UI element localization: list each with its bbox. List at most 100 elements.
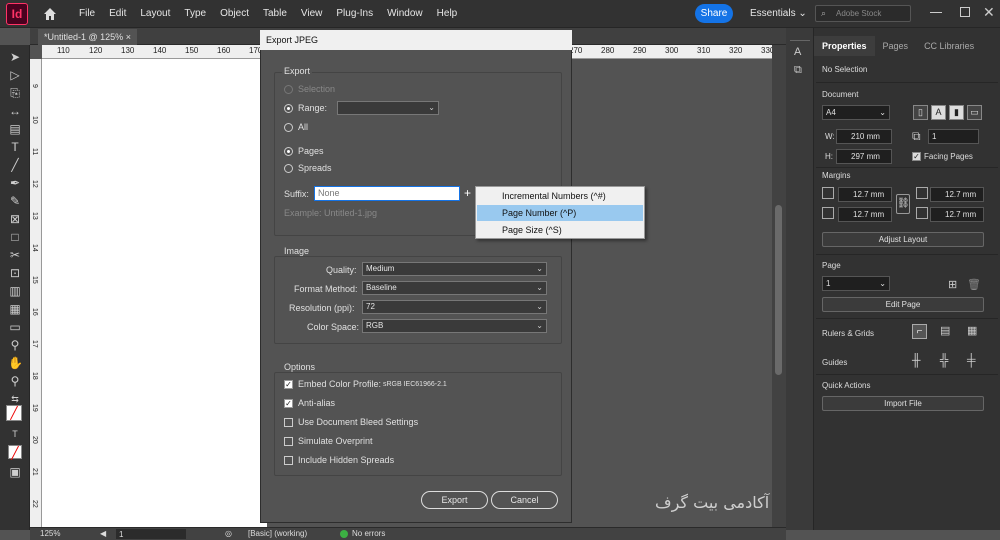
horizontal-binding-icon[interactable]: ▭ — [967, 105, 982, 120]
spreads-radio[interactable] — [284, 164, 293, 173]
prev-page-icon[interactable]: ◀ — [100, 529, 106, 538]
share-button[interactable]: Share — [695, 4, 733, 23]
margin-bottom-field[interactable]: 12.7 mm — [838, 207, 892, 222]
smart-guides-icon[interactable]: ╪ — [967, 353, 976, 367]
menu-item-incremental-numbers[interactable]: Incremental Numbers (^#) — [477, 188, 643, 204]
menu-view[interactable]: View — [294, 0, 330, 28]
hand-tool-icon[interactable]: ✋ — [8, 356, 23, 370]
format-method-select[interactable]: Baseline ⌄ — [362, 281, 547, 295]
edit-page-button[interactable]: Edit Page — [822, 297, 984, 312]
menu-layout[interactable]: Layout — [133, 0, 177, 28]
link-margins-icon[interactable]: ⛓ — [896, 194, 910, 214]
cancel-button[interactable]: Cancel — [491, 491, 558, 509]
height-field[interactable]: 297 mm — [836, 149, 892, 164]
default-colors-icon[interactable]: ⇆ — [8, 392, 22, 406]
page-number-field[interactable]: 1 — [116, 529, 186, 539]
margin-right-field[interactable]: 12.7 mm — [930, 207, 984, 222]
selection-tool-icon[interactable]: ➤ — [8, 50, 22, 64]
formatting-affects-icon[interactable]: T — [8, 427, 22, 441]
free-transform-tool-icon[interactable]: ⊡ — [8, 266, 22, 280]
note-tool-icon[interactable]: ▭ — [8, 320, 22, 334]
minimize-icon[interactable] — [930, 12, 942, 13]
pages-radio[interactable] — [284, 147, 293, 156]
character-styles-icon[interactable]: A — [794, 46, 801, 58]
menu-help[interactable]: Help — [430, 0, 465, 28]
show-guides-icon[interactable]: ╫ — [912, 353, 921, 367]
baseline-grid-icon[interactable]: ▤ — [940, 324, 950, 337]
close-window-icon[interactable]: ✕ — [983, 4, 995, 21]
margin-top-field[interactable]: 12.7 mm — [838, 187, 892, 202]
document-tab[interactable]: *Untitled-1 @ 125% × — [38, 29, 137, 45]
color-space-select[interactable]: RGB ⌄ — [362, 319, 547, 333]
menu-table[interactable]: Table — [256, 0, 294, 28]
page-tool-icon[interactable]: ⎘ — [8, 86, 22, 100]
simulate-overprint-checkbox[interactable] — [284, 437, 293, 446]
landscape-orientation-icon[interactable]: A — [931, 105, 946, 120]
gradient-swatch-tool-icon[interactable]: ▥ — [8, 284, 22, 298]
rectangle-tool-icon[interactable]: □ — [8, 230, 22, 244]
range-radio[interactable] — [284, 104, 293, 113]
page-select[interactable]: 1 ⌄ — [822, 276, 890, 291]
vertical-binding-icon[interactable]: ▮ — [949, 105, 964, 120]
pen-tool-icon[interactable]: ✒ — [8, 176, 22, 190]
content-collector-icon[interactable]: ▤ — [8, 122, 22, 136]
preflight-icon[interactable]: ◎ — [225, 529, 232, 538]
add-page-icon[interactable]: ⊞ — [948, 278, 957, 291]
menu-item-page-size[interactable]: Page Size (^S) — [477, 222, 643, 238]
type-tool-icon[interactable]: T — [8, 140, 22, 154]
adjust-layout-button[interactable]: Adjust Layout — [822, 232, 984, 247]
zoom-tool-icon[interactable]: ⚲ — [8, 374, 22, 388]
zoom-level[interactable]: 125% — [40, 529, 60, 538]
margin-left-field[interactable]: 12.7 mm — [930, 187, 984, 202]
width-field[interactable]: 210 mm — [836, 129, 892, 144]
menu-edit[interactable]: Edit — [102, 0, 133, 28]
menu-item-page-number[interactable]: Page Number (^P) — [477, 205, 643, 221]
menu-plugins[interactable]: Plug-Ins — [329, 0, 380, 28]
fill-swatch-icon[interactable]: ╱ — [6, 405, 22, 421]
quality-select[interactable]: Medium ⌄ — [362, 262, 547, 276]
document-grid-icon[interactable]: ▦ — [967, 324, 977, 337]
scrollbar-thumb[interactable] — [775, 205, 782, 375]
links-icon[interactable]: ⧉ — [794, 64, 802, 77]
lock-guides-icon[interactable]: ╬ — [940, 353, 949, 367]
pages-count-field[interactable]: 1 — [928, 129, 979, 144]
import-file-button[interactable]: Import File — [822, 396, 984, 411]
gap-tool-icon[interactable]: ↔ — [8, 104, 22, 118]
eyedropper-tool-icon[interactable]: ⚲ — [8, 338, 22, 352]
suffix-input[interactable]: None — [314, 186, 460, 201]
portrait-orientation-icon[interactable]: ▯ — [913, 105, 928, 120]
apply-none-icon[interactable]: ╱ — [8, 445, 22, 460]
rectangle-frame-tool-icon[interactable]: ⊠ — [8, 212, 22, 226]
anti-alias-checkbox[interactable]: ✓ — [284, 399, 293, 408]
document-page[interactable] — [42, 59, 267, 527]
menu-file[interactable]: File — [72, 0, 102, 28]
resolution-combobox[interactable]: 72 ⌄ — [362, 300, 547, 314]
embed-profile-checkbox[interactable]: ✓ — [284, 380, 293, 389]
pencil-tool-icon[interactable]: ✎ — [8, 194, 22, 208]
facing-pages-checkbox[interactable]: ✓ — [912, 152, 921, 161]
maximize-icon[interactable] — [960, 7, 970, 17]
line-tool-icon[interactable]: ╱ — [8, 158, 22, 172]
home-icon[interactable] — [42, 6, 58, 22]
all-radio[interactable] — [284, 123, 293, 132]
ruler-icon[interactable]: ⌐ — [912, 324, 927, 339]
indesign-logo[interactable]: Id — [6, 3, 28, 25]
tab-properties[interactable]: Properties — [814, 36, 875, 56]
use-bleed-checkbox[interactable] — [284, 418, 293, 427]
gradient-feather-tool-icon[interactable]: ▦ — [8, 302, 22, 316]
direct-selection-tool-icon[interactable]: ▷ — [8, 68, 22, 82]
menu-object[interactable]: Object — [213, 0, 256, 28]
errors-status[interactable]: No errors — [352, 529, 385, 538]
tab-pages[interactable]: Pages — [875, 36, 917, 56]
tab-cc-libraries[interactable]: CC Libraries — [916, 36, 982, 56]
scissors-tool-icon[interactable]: ✂ — [8, 248, 22, 262]
selection-radio[interactable] — [284, 85, 293, 94]
hidden-spreads-checkbox[interactable] — [284, 456, 293, 465]
export-button[interactable]: Export — [421, 491, 488, 509]
page-size-select[interactable]: A4 ⌄ — [822, 105, 890, 120]
menu-window[interactable]: Window — [380, 0, 430, 28]
range-select[interactable]: ⌄ — [337, 101, 439, 115]
view-mode-icon[interactable]: ▣ — [8, 465, 22, 479]
delete-page-icon[interactable]: 🗑 — [967, 278, 981, 291]
adobe-stock-search[interactable]: ⌕ Adobe Stock — [815, 5, 911, 22]
